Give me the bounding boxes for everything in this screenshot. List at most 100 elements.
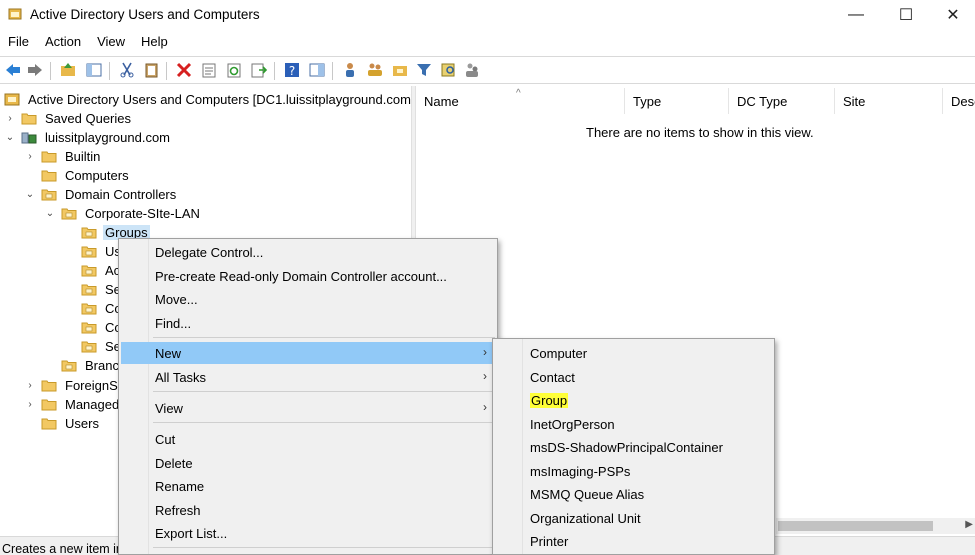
folder-icon <box>41 418 57 430</box>
horizontal-scrollbar[interactable]: ▶ <box>776 518 975 534</box>
tree-root[interactable]: Active Directory Users and Computers [DC… <box>4 90 417 109</box>
find-icon[interactable] <box>440 61 458 79</box>
menu-item-refresh[interactable]: Refresh <box>121 499 495 521</box>
submenu-item-printer[interactable]: Printer <box>495 530 772 552</box>
tree-item-child[interactable]: Se <box>64 280 123 299</box>
ou-folder-icon <box>81 322 97 334</box>
title-bar: Active Directory Users and Computers — ☐… <box>0 0 975 30</box>
ou-folder-icon <box>81 265 97 277</box>
ad-root-icon <box>4 93 20 106</box>
column-header-name[interactable]: Name <box>416 88 625 114</box>
empty-list-message: There are no items to show in this view. <box>586 125 814 140</box>
menu-item-export-list[interactable]: Export List... <box>121 522 495 544</box>
tree-item-label: Users <box>65 416 99 431</box>
submenu-item-msimaging[interactable]: msImaging-PSPs <box>495 460 772 482</box>
chevron-right-icon[interactable]: › <box>4 113 16 124</box>
tree-item-domain-controllers[interactable]: ⌄ Domain Controllers <box>24 185 178 204</box>
show-console-tree-icon[interactable] <box>85 61 103 79</box>
properties-icon[interactable] <box>200 61 218 79</box>
menu-item-delegate-control[interactable]: Delegate Control... <box>121 241 495 263</box>
menu-view[interactable]: View <box>89 32 133 54</box>
menu-help[interactable]: Help <box>133 32 176 54</box>
add-to-group-icon[interactable] <box>463 61 481 79</box>
chevron-right-icon[interactable]: › <box>24 380 36 391</box>
paste-icon[interactable] <box>143 61 161 79</box>
column-header-dc-type[interactable]: DC Type <box>729 88 835 114</box>
help-icon[interactable]: ? <box>283 61 301 79</box>
submenu-item-ou[interactable]: Organizational Unit <box>495 507 772 529</box>
tree-item-managed[interactable]: › Managed <box>24 395 121 414</box>
ou-folder-icon <box>81 227 97 239</box>
submenu-item-inetorgperson[interactable]: InetOrgPerson <box>495 413 772 435</box>
menu-item-new[interactable]: New › <box>121 342 495 364</box>
delete-icon[interactable] <box>175 61 193 79</box>
submenu-arrow-icon: › <box>483 400 487 414</box>
new-user-icon[interactable] <box>341 61 359 79</box>
menu-item-view[interactable]: View › <box>121 397 495 419</box>
column-header-description[interactable]: Desc <box>943 88 975 114</box>
menu-file[interactable]: File <box>0 32 37 54</box>
back-arrow-icon[interactable] <box>4 61 22 79</box>
cut-icon[interactable] <box>118 61 136 79</box>
tree-item-computers[interactable]: Computers <box>24 166 131 185</box>
folder-icon <box>41 170 57 182</box>
tree-item-corporate-site[interactable]: ⌄ Corporate-SIte-LAN <box>44 204 202 223</box>
tree-item-foreign[interactable]: › ForeignSe <box>24 376 127 395</box>
tree-item-label: Computers <box>65 168 129 183</box>
menu-action[interactable]: Action <box>37 32 89 54</box>
tree-item-domain[interactable]: ⌄ luissitplayground.com <box>4 128 172 147</box>
minimize-button[interactable]: — <box>833 0 879 30</box>
chevron-right-icon[interactable]: › <box>24 151 36 162</box>
new-ou-icon[interactable] <box>391 61 409 79</box>
chevron-down-icon[interactable]: ⌄ <box>24 189 36 200</box>
column-header-type[interactable]: Type <box>625 88 729 114</box>
ou-folder-icon <box>81 284 97 296</box>
menu-bar: File Action View Help <box>0 32 176 54</box>
ou-folder-icon <box>61 360 77 372</box>
tree-item-saved-queries[interactable]: › Saved Queries <box>4 109 133 128</box>
scrollbar-thumb[interactable] <box>778 521 933 531</box>
menu-item-all-tasks[interactable]: All Tasks › <box>121 366 495 388</box>
submenu-item-msds-shadow[interactable]: msDS-ShadowPrincipalContainer <box>495 436 772 458</box>
close-button[interactable]: ✕ <box>930 0 975 30</box>
folder-icon <box>41 399 57 411</box>
chevron-down-icon[interactable]: ⌄ <box>4 132 16 143</box>
submenu-item-msmq[interactable]: MSMQ Queue Alias <box>495 483 772 505</box>
submenu-item-computer[interactable]: Computer <box>495 342 772 364</box>
tree-item-label: Managed <box>65 397 120 412</box>
menu-item-find[interactable]: Find... <box>121 312 495 334</box>
column-header-site[interactable]: Site <box>835 88 943 114</box>
action-pane-icon[interactable] <box>308 61 326 79</box>
tree-item-child[interactable]: Se <box>64 337 123 356</box>
status-text: Creates a new item in <box>2 542 123 555</box>
submenu-item-contact[interactable]: Contact <box>495 366 772 388</box>
new-group-icon[interactable] <box>366 61 384 79</box>
submenu-item-label: Group <box>530 392 569 408</box>
refresh-icon[interactable] <box>225 61 243 79</box>
tree-item-builtin[interactable]: › Builtin <box>24 147 102 166</box>
tree-item-label: Corporate-SIte-LAN <box>85 206 200 221</box>
chevron-right-icon[interactable]: › <box>24 399 36 410</box>
export-list-icon[interactable] <box>250 61 268 79</box>
tree-item-child[interactable]: Co <box>64 318 124 337</box>
up-folder-icon[interactable] <box>59 61 77 79</box>
scroll-right-icon[interactable]: ▶ <box>965 519 973 530</box>
tree-item-child[interactable]: Us <box>64 242 123 261</box>
folder-icon <box>21 113 37 125</box>
ou-folder-icon <box>81 303 97 315</box>
forward-arrow-icon[interactable] <box>26 61 44 79</box>
menu-item-move[interactable]: Move... <box>121 288 495 310</box>
menu-item-rename[interactable]: Rename <box>121 475 495 497</box>
tree-item-child[interactable]: Co <box>64 299 124 318</box>
filter-icon[interactable] <box>415 61 433 79</box>
menu-item-delete[interactable]: Delete <box>121 452 495 474</box>
maximize-button[interactable]: ☐ <box>883 0 929 30</box>
tree-item-child[interactable]: Ac <box>64 261 122 280</box>
tree-item-branch[interactable]: Branc <box>44 356 121 375</box>
menu-item-cut[interactable]: Cut <box>121 428 495 450</box>
ou-folder-icon <box>81 341 97 353</box>
chevron-down-icon[interactable]: ⌄ <box>44 208 56 219</box>
menu-item-precreate-rodc[interactable]: Pre-create Read-only Domain Controller a… <box>121 265 495 287</box>
tree-item-users[interactable]: Users <box>24 414 101 433</box>
submenu-item-group[interactable]: Group <box>495 389 772 411</box>
